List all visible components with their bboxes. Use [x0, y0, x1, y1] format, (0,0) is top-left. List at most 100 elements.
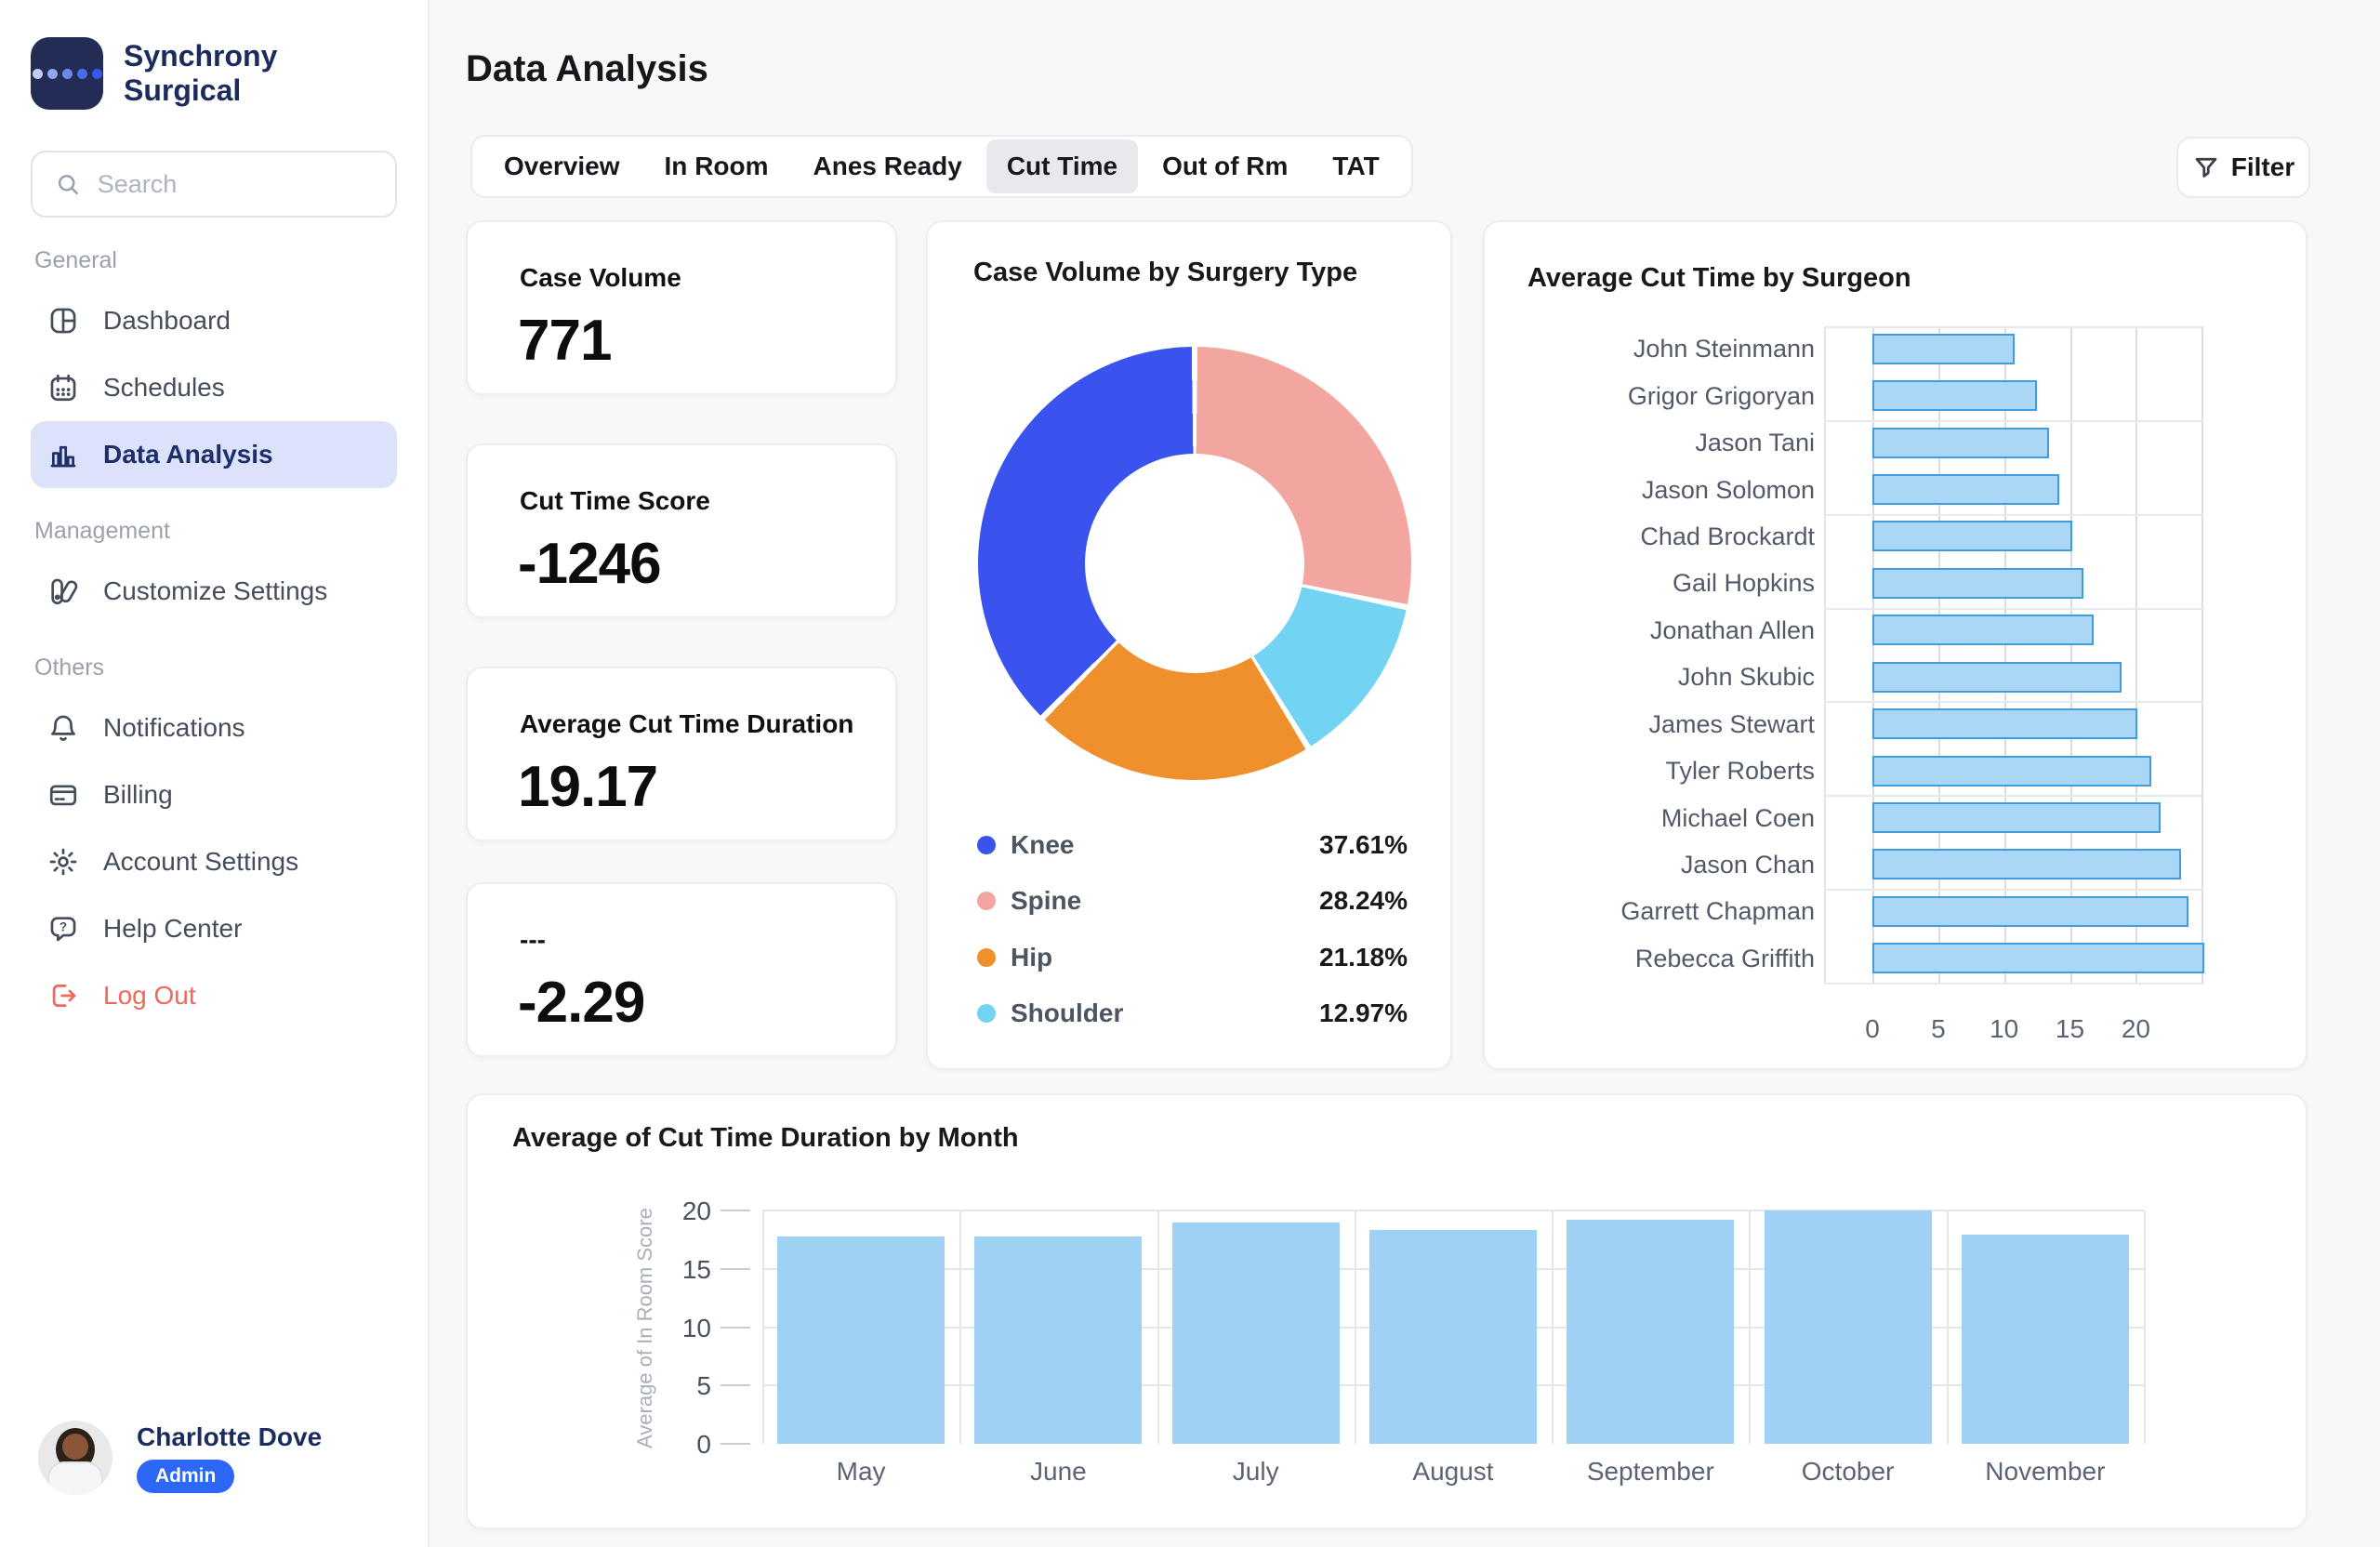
surgeon-bar [1872, 896, 2188, 927]
y-axis-tick: 5 [646, 1371, 711, 1401]
y-axis-tick: 20 [646, 1197, 711, 1226]
stat-value: -1246 [518, 531, 661, 597]
surgeon-bar [1872, 334, 2015, 364]
surgeon-label: Jonathan Allen [1517, 616, 1815, 645]
sidebar-item-label: Dashboard [103, 306, 231, 336]
x-axis-tick: 10 [1977, 1014, 2032, 1044]
search-box[interactable] [31, 151, 397, 218]
month-bar [1172, 1223, 1340, 1445]
y-axis-tick: 10 [646, 1314, 711, 1343]
search-input[interactable] [98, 170, 373, 199]
sidebar-item-label: Log Out [103, 981, 196, 1011]
tab-tat[interactable]: TAT [1312, 139, 1399, 193]
logo-dot [92, 69, 102, 79]
avg-cut-time-by-month-panel: Average of Cut Time Duration by Month Av… [466, 1093, 2307, 1529]
stat-card-2: Average Cut Time Duration19.17 [466, 667, 897, 841]
surgeon-label: Garrett Chapman [1517, 897, 1815, 926]
legend-color-dot [977, 836, 996, 854]
donut-chart [978, 347, 1411, 780]
y-axis-tick: 15 [646, 1255, 711, 1285]
tab-in-room[interactable]: In Room [644, 139, 789, 193]
legend-color-dot [977, 948, 996, 967]
sidebar-item-label: Data Analysis [103, 440, 273, 469]
surgeon-chart-title: Average Cut Time by Surgeon [1527, 263, 1911, 294]
stat-value: 19.17 [518, 754, 657, 820]
legend-percent: 37.61% [1319, 830, 1408, 860]
legend-item-spine: Spine28.24% [977, 882, 1408, 919]
y-axis-tickmark [721, 1443, 750, 1445]
help-icon: ? [47, 913, 79, 945]
tab-out-of-rm[interactable]: Out of Rm [1142, 139, 1308, 193]
sidebar-item-data-analysis[interactable]: Data Analysis [31, 421, 397, 488]
credit-card-icon [47, 779, 79, 811]
tab-anes-ready[interactable]: Anes Ready [793, 139, 983, 193]
sidebar-item-customize-settings[interactable]: Customize Settings [31, 558, 397, 625]
tab-bar: OverviewIn RoomAnes ReadyCut TimeOut of … [470, 135, 1413, 198]
stat-label: Cut Time Score [520, 486, 710, 516]
month-label: August [1355, 1457, 1552, 1487]
month-chart-title: Average of Cut Time Duration by Month [512, 1123, 1019, 1154]
surgeon-bar [1872, 849, 2181, 879]
month-label: November [1947, 1457, 2144, 1487]
x-axis-tick: 15 [2043, 1014, 2098, 1044]
surgeon-bar [1872, 802, 2161, 833]
search-icon [55, 169, 81, 199]
donut-chart-title: Case Volume by Surgery Type [973, 258, 1357, 288]
sidebar-item-account-settings[interactable]: Account Settings [31, 828, 397, 895]
sidebar-item-schedules[interactable]: Schedules [31, 354, 397, 421]
legend-color-dot [977, 892, 996, 910]
logo-dot [77, 69, 87, 79]
logo-dot [62, 69, 73, 79]
surgeon-bar [1872, 708, 2137, 739]
sidebar-item-label: Help Center [103, 914, 242, 944]
y-axis-tickmark [721, 1210, 750, 1211]
stat-card-3: ----2.29 [466, 882, 897, 1057]
sidebar-item-dashboard[interactable]: Dashboard [31, 287, 397, 354]
surgeon-label: Michael Coen [1517, 804, 1815, 833]
bell-icon [47, 712, 79, 744]
stat-label: Case Volume [520, 263, 681, 293]
sidebar-item-billing[interactable]: Billing [31, 761, 397, 828]
swatches-icon [47, 575, 79, 607]
legend-percent: 12.97% [1319, 998, 1408, 1028]
x-axis-tick: 0 [1844, 1014, 1900, 1044]
surgeon-label: Jason Chan [1517, 851, 1815, 879]
sidebar-item-notifications[interactable]: Notifications [31, 694, 397, 761]
surgeon-bar [1872, 474, 2059, 505]
legend-label: Spine [1011, 886, 1081, 916]
filter-button[interactable]: Filter [2176, 137, 2310, 198]
sidebar-section-label: Management [34, 518, 397, 545]
month-label: May [762, 1457, 959, 1487]
sidebar-nav: GeneralDashboardSchedulesData AnalysisMa… [31, 247, 397, 1029]
surgeon-label: John Steinmann [1517, 335, 1815, 364]
surgeon-label: James Stewart [1517, 710, 1815, 739]
month-label: June [959, 1457, 1157, 1487]
logout-icon [47, 980, 79, 1012]
y-axis-tick: 0 [646, 1430, 711, 1460]
sidebar-item-label: Schedules [103, 373, 225, 403]
sidebar-item-help-center[interactable]: ? Help Center [31, 895, 397, 962]
legend-percent: 21.18% [1319, 943, 1408, 972]
brand-header: Synchrony Surgical [31, 37, 397, 110]
calendar-icon [47, 372, 79, 403]
month-bar [974, 1236, 1142, 1444]
sidebar: Synchrony Surgical GeneralDashboardSched… [0, 0, 430, 1547]
avatar [38, 1421, 112, 1495]
user-profile[interactable]: Charlotte Dove Admin [38, 1421, 322, 1495]
surgeon-label: Grigor Grigoryan [1517, 382, 1815, 411]
surgeon-bar [1872, 943, 2204, 973]
y-axis-tickmark [721, 1268, 750, 1270]
legend-item-knee: Knee37.61% [977, 826, 1408, 864]
svg-text:?: ? [60, 919, 67, 933]
y-axis-tickmark [721, 1327, 750, 1329]
tab-overview[interactable]: Overview [483, 139, 641, 193]
tab-cut-time[interactable]: Cut Time [986, 139, 1138, 193]
filter-label: Filter [2231, 152, 2294, 182]
stat-label: --- [520, 925, 546, 955]
sidebar-item-label: Notifications [103, 713, 245, 743]
x-axis-tick: 5 [1911, 1014, 1966, 1044]
legend-color-dot [977, 1004, 996, 1023]
sidebar-item-log-out[interactable]: Log Out [31, 962, 397, 1029]
month-label: July [1157, 1457, 1355, 1487]
bar-chart-icon [47, 439, 79, 470]
